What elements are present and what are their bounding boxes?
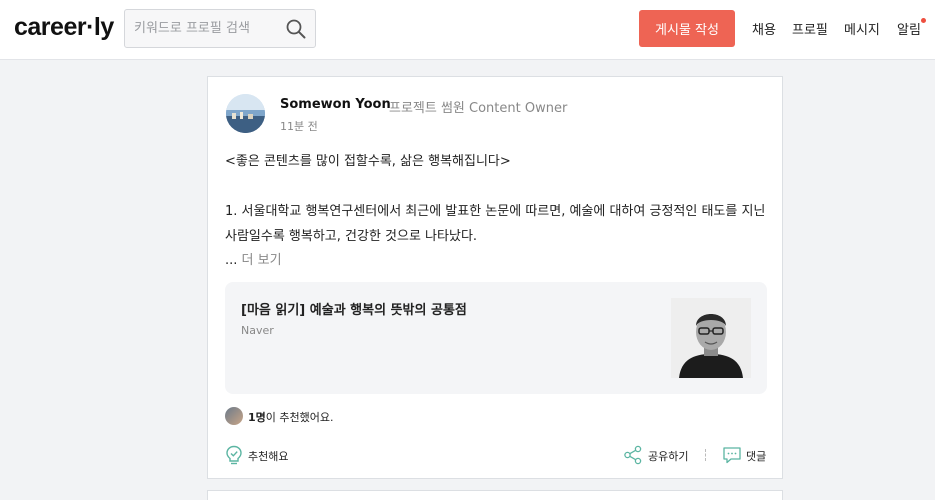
top-header: career·ly 게시물 작성 채용 프로필 메시지 알림 bbox=[0, 0, 935, 60]
post-line-2: 1. 서울대학교 행복연구센터에서 최근에 발표한 논문에 따르면, 예술에 대… bbox=[225, 204, 766, 219]
see-more-link[interactable]: 더 보기 bbox=[242, 253, 282, 268]
ellipsis: ... bbox=[225, 253, 238, 268]
share-label: 공유하기 bbox=[648, 450, 689, 463]
post-card: Somewon Yoon 프로젝트 썸원 Content Owner 11분 전… bbox=[207, 76, 783, 479]
share-button[interactable]: 공유하기 bbox=[623, 445, 693, 465]
post-time: 11분 전 bbox=[280, 120, 318, 133]
post-line-1: <좋은 콘텐츠를 많이 접할수록, 삶은 행복해집니다> bbox=[225, 154, 511, 169]
recommend-button[interactable]: 추천해요 bbox=[225, 445, 305, 465]
nav-messages[interactable]: 메시지 bbox=[844, 19, 880, 38]
next-post-card bbox=[207, 490, 783, 500]
author-avatar[interactable] bbox=[226, 94, 265, 133]
search-icon[interactable] bbox=[286, 19, 306, 39]
link-preview-title: [마음 읽기] 예술과 행복의 뜻밖의 공통점 bbox=[241, 303, 467, 318]
lightbulb-icon bbox=[226, 445, 242, 465]
link-preview-card[interactable]: [마음 읽기] 예술과 행복의 뜻밖의 공통점 Naver bbox=[225, 282, 767, 394]
comment-button[interactable]: 댓글 bbox=[722, 445, 772, 465]
link-preview-source: Naver bbox=[241, 324, 274, 337]
author-name[interactable]: Somewon Yoon bbox=[280, 97, 391, 112]
post-line-3: 사람일수록 행복하고, 건강한 것으로 나타났다. bbox=[225, 229, 478, 244]
author-title: 프로젝트 썸원 Content Owner bbox=[389, 101, 568, 116]
action-separator bbox=[705, 449, 706, 461]
likes-text: 1명이 추천했어요. bbox=[248, 409, 334, 425]
comment-label: 댓글 bbox=[746, 450, 767, 463]
nav-jobs[interactable]: 채용 bbox=[752, 19, 776, 38]
notification-dot bbox=[921, 18, 926, 23]
likes-count: 1명 bbox=[248, 411, 266, 424]
link-preview-thumbnail bbox=[671, 298, 751, 378]
share-icon bbox=[624, 445, 642, 465]
post-more: ... 더 보기 bbox=[225, 249, 282, 268]
profile-search bbox=[124, 9, 316, 48]
comment-icon bbox=[723, 447, 741, 464]
likes-suffix: 이 추천했어요. bbox=[265, 411, 334, 424]
search-input[interactable] bbox=[125, 10, 285, 47]
nav-profile[interactable]: 프로필 bbox=[792, 19, 828, 38]
recommend-label: 추천해요 bbox=[248, 450, 289, 463]
liker-avatar bbox=[225, 407, 243, 425]
careerly-logo[interactable]: career·ly bbox=[14, 13, 114, 42]
write-post-button[interactable]: 게시물 작성 bbox=[639, 10, 735, 47]
nav-notifications[interactable]: 알림 bbox=[897, 19, 921, 38]
